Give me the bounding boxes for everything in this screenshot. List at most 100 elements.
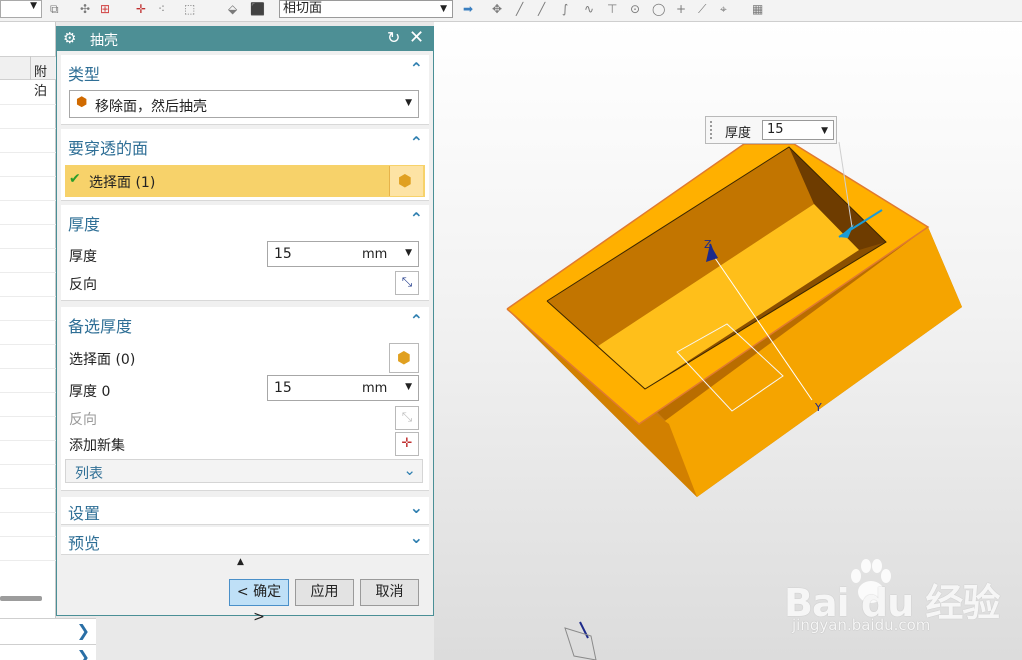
line-icon[interactable]: ╱ (538, 2, 545, 16)
grid-line (0, 152, 56, 153)
curve-icon[interactable]: ∫ (562, 2, 568, 16)
navigator-column-header: 附泊 (34, 65, 48, 99)
chevron-down-icon: ▼ (440, 4, 447, 14)
apply-button[interactable]: 应用 (295, 579, 354, 606)
close-icon[interactable]: ✕ (409, 27, 424, 48)
more-options-arrow-icon[interactable]: ▲ (237, 557, 244, 567)
select-face-label: 选择面 (1) (89, 175, 156, 191)
panel-expander[interactable]: ❯ (0, 618, 96, 644)
grid-line (0, 488, 56, 489)
grid-line (0, 296, 56, 297)
plus-icon[interactable]: + (676, 2, 686, 16)
face-selector-button[interactable]: ⬢ (389, 166, 423, 196)
surface-rule-select[interactable]: 相切面 ▼ (279, 0, 453, 18)
reverse-direction-button[interactable]: ⤡ (395, 271, 419, 295)
chevron-down-icon: ⌄ (403, 461, 416, 479)
dialog-title-bar[interactable]: ⚙ 抽壳 ↻ ✕ (57, 27, 433, 51)
list-expander[interactable]: 列表 ⌄ (65, 459, 423, 483)
gear-icon[interactable]: ⚙ (63, 29, 76, 47)
cube-icon: ⬢ (398, 171, 412, 190)
diagonal-line-icon[interactable]: ⟋ (698, 2, 706, 17)
thickness-box-value: 15 (767, 122, 784, 137)
reset-icon[interactable]: ↻ (387, 28, 400, 47)
chevron-up-icon[interactable]: ⌃ (410, 311, 423, 330)
grid-line (0, 128, 56, 129)
thickness-box-label: 厚度 (725, 126, 752, 141)
section-type-header[interactable]: 类型 ⌃ (61, 55, 429, 85)
grid-line (0, 200, 56, 201)
circle-center-icon[interactable]: ⊙ (630, 2, 640, 16)
chevron-down-icon[interactable]: ⌄ (410, 498, 423, 517)
copy-icon[interactable]: ⧉ (50, 2, 59, 17)
rect-select-icon[interactable]: ⬚ (184, 2, 195, 16)
perpendicular-icon[interactable]: ⊤ (607, 2, 617, 16)
grid-line (0, 176, 56, 177)
drag-handle[interactable] (710, 121, 714, 139)
section-faces-header[interactable]: 要穿透的面 ⌃ (61, 129, 429, 159)
chevron-down-icon: ❯ (76, 647, 90, 660)
add-new-set-button[interactable]: ✛ (395, 432, 419, 456)
thickness-label: 厚度 (69, 249, 97, 265)
ok-button[interactable]: < 确定 > (229, 579, 289, 625)
section-thickness-header[interactable]: 厚度 ⌃ (61, 205, 429, 235)
dialog-title: 抽壳 (90, 33, 118, 49)
chevron-down-icon[interactable]: ⌄ (410, 528, 423, 547)
grid-line (0, 272, 56, 273)
alt-thickness-input[interactable]: 15 mm ▼ (267, 375, 419, 401)
horizontal-scrollbar[interactable] (0, 596, 42, 601)
arrow-right-icon[interactable]: ➡ (463, 2, 473, 16)
thickness-value: 15 (274, 246, 292, 262)
reverse-label: 反向 (69, 277, 97, 293)
checkmark-icon: ✔ (69, 171, 81, 187)
chevron-up-icon[interactable]: ⌃ (410, 59, 423, 78)
grid-icon[interactable]: ▦ (752, 2, 763, 16)
shell-dialog: ⚙ 抽壳 ↻ ✕ 类型 ⌃ ⬢ 移除面，然后抽壳 ▼ 要穿透的面 ⌃ ✔ 选择面… (56, 26, 434, 625)
grid-line (0, 560, 56, 561)
grid-line (0, 320, 56, 321)
panel-expander[interactable]: ❯ (0, 644, 96, 660)
grid-line (0, 440, 56, 441)
add-new-set-label: 添加新集 (69, 438, 125, 454)
alt-thickness-label: 厚度 0 (69, 384, 111, 400)
toolbar-dropdown-left[interactable]: ▼ (0, 0, 42, 18)
axis-z-label: Z (704, 238, 712, 251)
pin-icon[interactable]: ⌖ (720, 2, 727, 17)
surface-rule-value: 相切面 (283, 1, 323, 16)
select-icon[interactable]: ⁖ (158, 2, 165, 16)
crosshair-icon[interactable]: ✛ (136, 2, 146, 16)
snap-point-icon[interactable]: ✣ (80, 2, 90, 16)
section-type-title: 类型 (68, 65, 101, 84)
navigator-header: 附泊 (0, 56, 56, 99)
column-divider[interactable] (30, 56, 31, 80)
chevron-down-icon[interactable]: ▼ (405, 248, 412, 258)
chevron-down-icon[interactable]: ▼ (405, 382, 412, 392)
alt-face-selector-button[interactable]: ⬢ (389, 343, 419, 373)
section-preview-title: 预览 (68, 534, 101, 553)
section-settings[interactable]: 设置 ⌄ (61, 497, 429, 525)
circle-icon[interactable]: ◯ (652, 2, 665, 16)
section-preview[interactable]: 预览 ⌄ (61, 527, 429, 555)
alt-reverse-button[interactable]: ⤡ (395, 406, 419, 430)
spline-icon[interactable]: ∿ (584, 2, 594, 16)
type-select-value: 移除面，然后抽壳 (95, 99, 207, 115)
part-navigator: 附泊 ❯ ❯ (0, 22, 96, 660)
chevron-up-icon[interactable]: ⌃ (410, 133, 423, 152)
list-label: 列表 (75, 466, 103, 482)
line-icon[interactable]: ╱ (516, 2, 523, 16)
chevron-down-icon[interactable]: ▼ (821, 122, 828, 140)
thickness-floating-box: 厚度 15 ▼ (705, 116, 837, 144)
thickness-input[interactable]: 15 mm ▼ (267, 241, 419, 267)
cancel-button[interactable]: 取消 (360, 579, 419, 606)
grid-line (0, 248, 56, 249)
thickness-box-input[interactable]: 15 ▼ (762, 120, 834, 140)
eraser-icon[interactable]: ⬙ (228, 2, 237, 16)
select-face-row[interactable]: ✔ 选择面 (1) ⬢ (65, 165, 425, 197)
chevron-down-icon: ❯ (76, 621, 90, 640)
solid-cube-icon[interactable]: ⬛ (250, 2, 265, 16)
chevron-up-icon[interactable]: ⌃ (410, 209, 423, 228)
move-icon[interactable]: ✥ (492, 2, 502, 16)
type-select[interactable]: ⬢ 移除面，然后抽壳 ▼ (69, 90, 419, 118)
section-alt-title: 备选厚度 (68, 317, 133, 336)
point-filter-icon[interactable]: ⊞ (100, 2, 110, 16)
section-alt-header[interactable]: 备选厚度 ⌃ (61, 307, 429, 337)
